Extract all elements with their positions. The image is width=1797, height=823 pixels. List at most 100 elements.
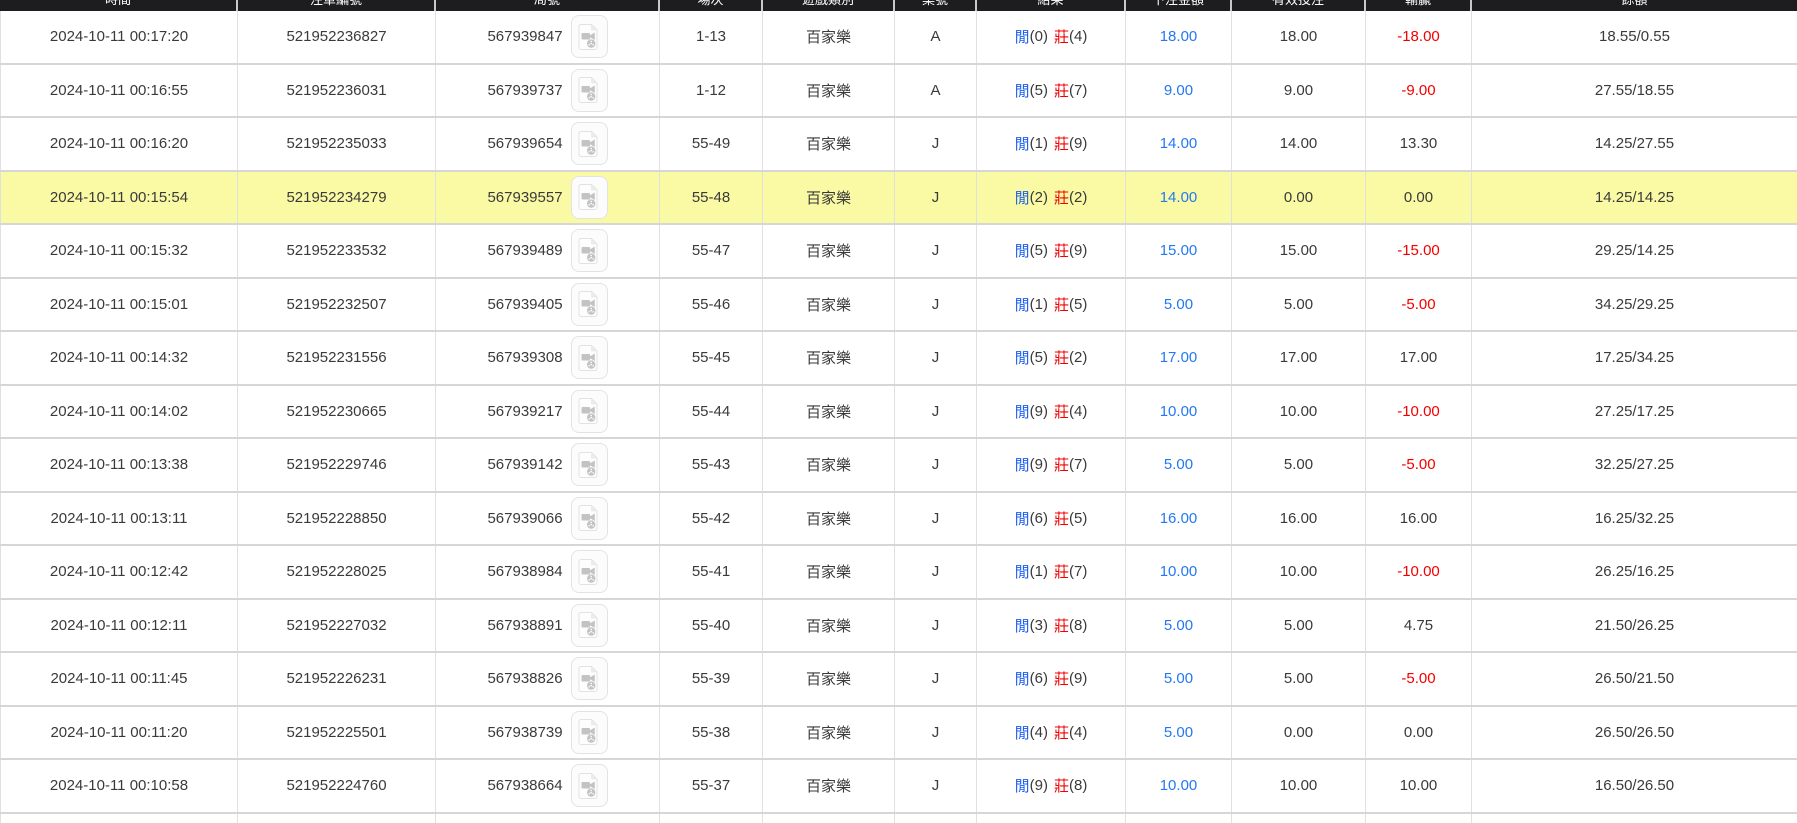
video-replay-button[interactable] [570,336,608,380]
video-replay-button[interactable] [570,122,608,166]
round-cell: 55-49 [660,118,763,170]
game-number: 567939308 [487,349,563,367]
player-result-label: 閒 [1014,243,1030,261]
banker-result-label: 莊 [1054,778,1070,796]
game-type-cell: 百家樂 [763,332,895,384]
bet-amount-link[interactable]: 17.00 [1160,349,1198,366]
table-id-cell: J [895,439,977,491]
table-row[interactable] [0,813,1797,823]
time-cell: 2024-10-11 00:16:20 [0,118,238,170]
table-row[interactable]: 2024-10-11 00:13:38 521952229746 5679391… [0,439,1797,493]
video-replay-button[interactable] [570,443,608,487]
bet-amount-link[interactable]: 5.00 [1164,724,1193,741]
table-row[interactable]: 2024-10-11 00:16:20 521952235033 5679396… [0,118,1797,172]
banker-result-score: (7) [1069,81,1088,99]
video-replay-button[interactable] [570,175,608,219]
valid-bet-cell: 16.00 [1232,492,1366,544]
round-cell: 55-37 [660,760,763,812]
bet-amount-link[interactable]: 16.00 [1160,510,1198,527]
video-camera-icon [578,398,598,425]
banker-result-label: 莊 [1054,457,1070,475]
table-row[interactable]: 2024-10-11 00:11:20 521952225501 5679387… [0,706,1797,760]
game-number: 567938984 [487,563,563,581]
game-number-cell: 567939737 [436,64,660,116]
video-replay-button[interactable] [570,550,608,594]
game-type-cell: 百家樂 [763,760,895,812]
game-number-cell: 567938891 [436,599,660,651]
bet-amount-link[interactable]: 10.00 [1160,563,1198,580]
bet-id-cell: 521952228850 [238,492,436,544]
table-id-cell: A [895,11,977,63]
balance-cell: 16.25/32.25 [1594,509,1675,527]
video-replay-button[interactable] [570,15,608,59]
balance-cell: 21.50/26.25 [1594,616,1675,634]
valid-bet-cell: 17.00 [1232,332,1366,384]
bet-id-cell: 521952227032 [238,599,436,651]
bet-amount-cell [1126,813,1232,823]
table-row[interactable]: 2024-10-11 00:16:55 521952236031 5679397… [0,64,1797,118]
table-row[interactable]: 2024-10-11 00:12:42 521952228025 5679389… [0,546,1797,600]
bet-amount-link[interactable]: 9.00 [1164,82,1193,99]
game-number-cell: 567939557 [436,171,660,223]
bet-amount-link[interactable]: 10.00 [1160,403,1198,420]
bet-amount-link[interactable]: 5.00 [1164,617,1193,634]
video-replay-button[interactable] [570,68,608,112]
bet-id-cell: 521952233532 [238,225,436,277]
video-replay-button[interactable] [570,764,608,808]
result-cell: 閒 (0) 莊 (4) [977,11,1126,63]
valid-bet-cell: 10.00 [1232,760,1366,812]
win-loss-cell: 13.30 [1366,118,1472,170]
table-row[interactable]: 2024-10-11 00:14:32 521952231556 5679393… [0,332,1797,386]
game-number-cell: 567938664 [436,760,660,812]
banker-result-label: 莊 [1054,510,1070,528]
game-number: 567939847 [487,28,563,46]
game-type-cell [763,813,895,823]
table-row[interactable]: 2024-10-11 00:12:11 521952227032 5679388… [0,599,1797,653]
video-replay-button[interactable] [570,710,608,754]
bet-id-cell: 521952229746 [238,439,436,491]
video-replay-button[interactable] [570,657,608,701]
bet-amount-link[interactable]: 14.00 [1160,189,1198,206]
game-number-cell: 567938739 [436,706,660,758]
win-loss-cell [1366,813,1472,823]
column-header-game-number: 局號 [436,0,660,11]
win-loss-cell: 10.00 [1366,760,1472,812]
game-number-cell: 567939142 [436,439,660,491]
time-cell [0,813,238,823]
table-row[interactable]: 2024-10-11 00:15:01 521952232507 5679394… [0,278,1797,332]
video-replay-button[interactable] [570,496,608,540]
bet-amount-link[interactable]: 10.00 [1160,777,1198,794]
video-replay-button[interactable] [570,389,608,433]
bet-amount-link[interactable]: 14.00 [1160,135,1198,152]
banker-result-score: (9) [1069,135,1088,153]
win-loss-cell: -5.00 [1366,278,1472,330]
table-row[interactable]: 2024-10-11 00:10:58 521952224760 5679386… [0,760,1797,814]
round-cell: 55-38 [660,706,763,758]
table-row[interactable]: 2024-10-11 00:11:45 521952226231 5679388… [0,653,1797,707]
banker-result-score: (5) [1069,509,1088,527]
table-row[interactable]: 2024-10-11 00:14:02 521952230665 5679392… [0,385,1797,439]
video-replay-button[interactable] [570,603,608,647]
table-row[interactable]: 2024-10-11 00:13:11 521952228850 5679390… [0,492,1797,546]
bet-amount-link[interactable]: 18.00 [1160,28,1198,45]
game-number: 567938664 [487,777,563,795]
bet-amount-link[interactable]: 5.00 [1164,670,1193,687]
player-result-label: 閒 [1014,403,1030,421]
table-row[interactable]: 2024-10-11 00:17:20 521952236827 5679398… [0,11,1797,65]
result-cell: 閒 (6) 莊 (5) [977,492,1126,544]
bet-amount-link[interactable]: 5.00 [1164,456,1193,473]
round-cell: 55-44 [660,385,763,437]
table-header: 時間 注單編號 局號 場次 遊戲類別 桌號 結果 下注金額 有效投注 輸贏 餘額 [0,0,1797,11]
banker-result-label: 莊 [1054,350,1070,368]
table-body: 2024-10-11 00:17:20 521952236827 5679398… [0,11,1797,823]
bet-amount-link[interactable]: 5.00 [1164,296,1193,313]
game-number: 567939217 [487,402,563,420]
video-replay-button[interactable] [570,282,608,326]
table-row[interactable]: 2024-10-11 00:15:32 521952233532 5679394… [0,225,1797,279]
game-number: 567939405 [487,295,563,313]
game-number-cell: 567939217 [436,385,660,437]
table-row[interactable]: 2024-10-11 00:15:54 521952234279 5679395… [0,171,1797,225]
video-replay-button[interactable] [570,229,608,273]
bet-amount-link[interactable]: 15.00 [1160,242,1198,259]
game-number: 567938826 [487,670,563,688]
